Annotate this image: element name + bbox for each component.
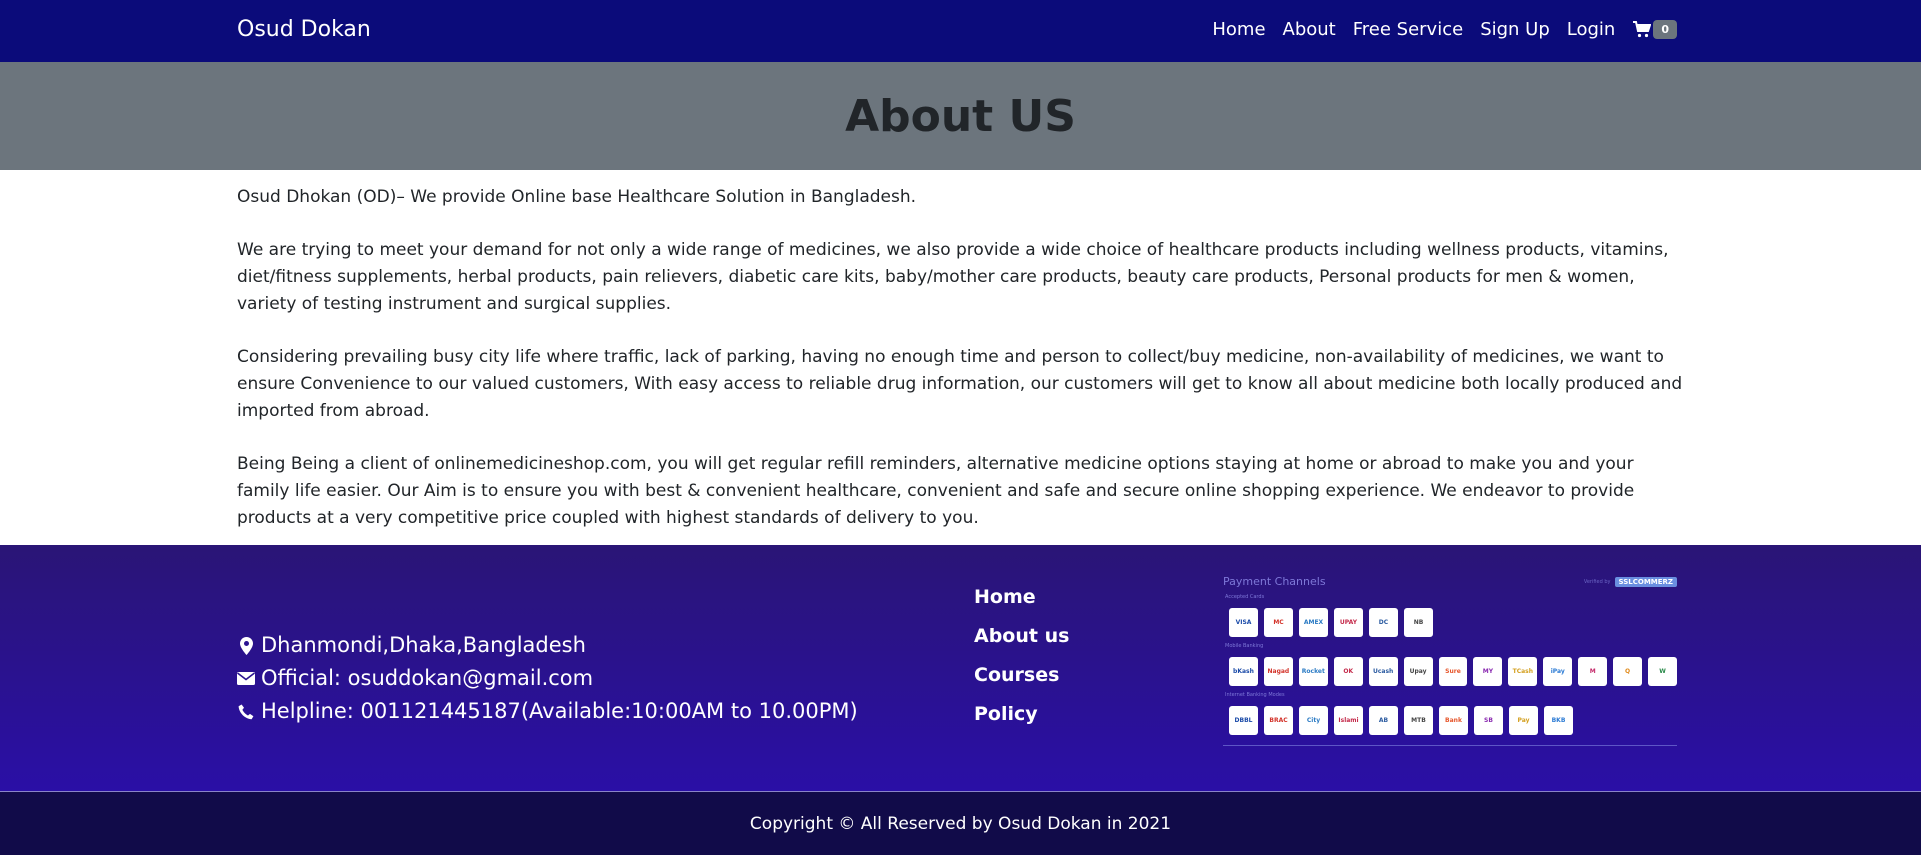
mobile-banking-caption: Mobile Banking (1225, 643, 1264, 649)
card-logo: MC (1264, 608, 1293, 637)
footer-link-about-us[interactable]: About us (974, 617, 1069, 656)
payment-divider (1223, 745, 1677, 746)
nav-login[interactable]: Login (1567, 19, 1616, 40)
internet-bank-logo: Islami (1334, 706, 1363, 735)
payment-title: Payment Channels (1223, 575, 1326, 588)
about-paragraph-aim: Being Being a client of onlinemedicinesh… (237, 454, 1635, 528)
mobile-bank-logo: Rocket (1298, 657, 1328, 686)
card-logo: DC (1369, 608, 1398, 637)
internet-bank-logo: DBBL (1229, 706, 1258, 735)
nav-links: Home About Free Service Sign Up Login 0 (1195, 19, 1677, 40)
card-logo: AMEX (1299, 608, 1328, 637)
mobile-bank-logo: OK (1333, 657, 1363, 686)
shopping-cart-icon (1633, 21, 1652, 38)
internet-bank-logo: Pay (1509, 706, 1538, 735)
copyright-text: Copyright © All Reserved by Osud Dokan i… (749, 813, 1172, 834)
helpline-text: Helpline: 001121445187(Available:10:00AM… (261, 699, 858, 723)
email-text[interactable]: Official: osuddokan@gmail.com (261, 662, 593, 695)
internet-bank-logo: Bank (1439, 706, 1468, 735)
card-logo: NB (1404, 608, 1433, 637)
mobile-banking-row: bKash Nagad Rocket OK Ucash Upay Sure MY TCash iP… (1229, 657, 1677, 686)
phone-icon (237, 704, 255, 720)
footer-link-policy[interactable]: Policy (974, 695, 1069, 734)
payment-header: Payment Channels Verified by SSLCOMMERZ (1223, 575, 1677, 588)
mobile-bank-logo: MY (1473, 657, 1503, 686)
verified-by-label: Verified by (1583, 578, 1611, 585)
brand-logo[interactable]: Osud Dokan (237, 17, 371, 42)
email-line: Official: osuddokan@gmail.com (237, 662, 858, 695)
internet-bank-logo: City (1299, 706, 1328, 735)
nav-free-service[interactable]: Free Service (1353, 19, 1463, 40)
mobile-bank-logo: W (1648, 657, 1677, 686)
cards-caption: Accepted Cards (1225, 594, 1265, 600)
about-paragraph-intro: Osud Dhokan (OD)– We provide Online base… (237, 187, 917, 207)
sslcommerz-logo: SSLCOMMERZ (1614, 576, 1677, 587)
footer-link-home[interactable]: Home (974, 578, 1069, 617)
ssl-badge: Verified by SSLCOMMERZ (1583, 576, 1677, 587)
about-paragraph-products: We are trying to meet your demand for no… (237, 240, 1669, 314)
cart-count-badge: 0 (1653, 20, 1677, 39)
card-logo: VISA (1229, 608, 1258, 637)
internet-banking-row: DBBL BRAC City Islami AB MTB Bank SB Pay BKB (1229, 706, 1677, 735)
page-title: About US (845, 90, 1076, 142)
site-footer: Dhanmondi,Dhaka,Bangladesh Official: osu… (0, 545, 1921, 792)
envelope-icon (237, 672, 255, 685)
copyright-bar: Copyright © All Reserved by Osud Dokan i… (0, 792, 1921, 855)
mobile-bank-logo: bKash (1229, 657, 1258, 686)
mobile-bank-logo: Sure (1438, 657, 1468, 686)
card-logo: UPAY (1334, 608, 1363, 637)
about-paragraph-convenience: Considering prevailing busy city life wh… (237, 347, 1683, 421)
address-text: Dhanmondi,Dhaka,Bangladesh (261, 633, 586, 657)
address-line: Dhanmondi,Dhaka,Bangladesh (237, 629, 858, 662)
internet-bank-logo: AB (1369, 706, 1398, 735)
mobile-bank-logo: Nagad (1263, 657, 1293, 686)
nav-home[interactable]: Home (1212, 19, 1265, 40)
top-navbar: Osud Dokan Home About Free Service Sign … (0, 0, 1921, 62)
accepted-cards-row: VISA MC AMEX UPAY DC NB (1229, 608, 1677, 637)
map-marker-icon (237, 636, 255, 655)
mobile-bank-logo: Q (1613, 657, 1643, 686)
helpline-line: Helpline: 001121445187(Available:10:00AM… (237, 695, 858, 728)
internet-bank-logo: BKB (1544, 706, 1573, 735)
footer-divider (0, 791, 1921, 792)
nav-about[interactable]: About (1283, 19, 1336, 40)
cart-button[interactable]: 0 (1633, 20, 1677, 39)
mobile-bank-logo: Upay (1403, 657, 1433, 686)
mobile-bank-logo: TCash (1508, 657, 1538, 686)
internet-bank-logo: BRAC (1264, 706, 1293, 735)
contact-info: Dhanmondi,Dhaka,Bangladesh Official: osu… (237, 629, 858, 728)
footer-link-courses[interactable]: Courses (974, 656, 1069, 695)
mobile-bank-logo: Ucash (1368, 657, 1398, 686)
internet-bank-logo: MTB (1404, 706, 1433, 735)
page-hero: About US (0, 62, 1921, 170)
about-section: Osud Dhokan (OD)– We provide Online base… (0, 170, 1921, 545)
nav-sign-up[interactable]: Sign Up (1480, 19, 1550, 40)
mobile-bank-logo: M (1578, 657, 1608, 686)
internet-bank-logo: SB (1474, 706, 1503, 735)
footer-links: Home About us Courses Policy (974, 578, 1069, 734)
internet-banking-caption: Internet Banking Modes (1225, 692, 1285, 698)
mobile-bank-logo: iPay (1543, 657, 1573, 686)
payment-channels-banner: Payment Channels Verified by SSLCOMMERZ … (1223, 575, 1677, 755)
